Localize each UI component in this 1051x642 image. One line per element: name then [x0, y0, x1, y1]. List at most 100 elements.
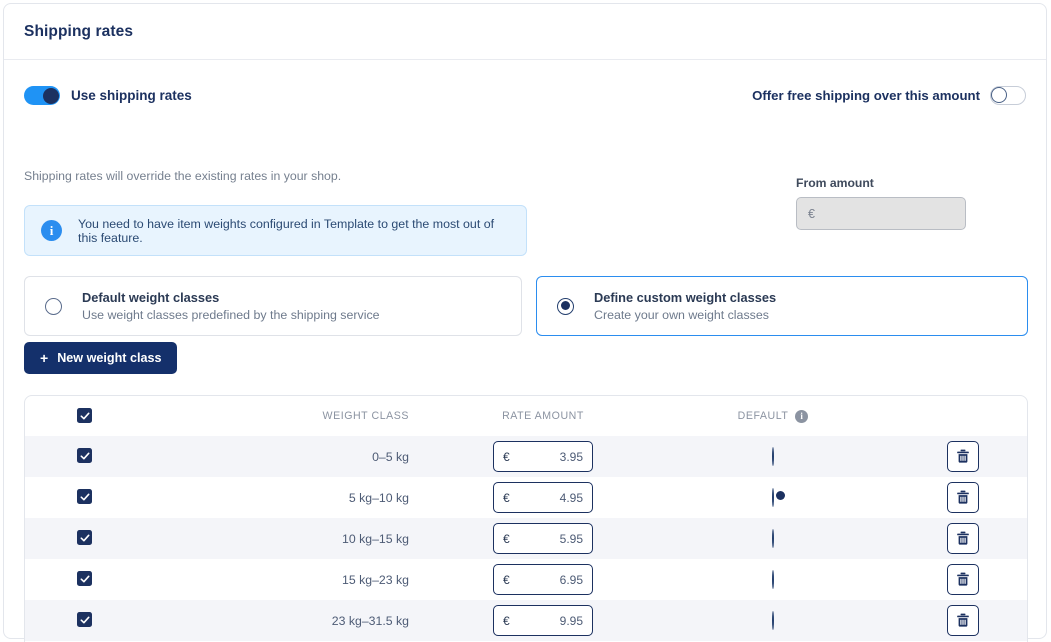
from-amount-label: From amount: [796, 176, 874, 190]
delete-row-button[interactable]: [947, 605, 979, 636]
rate-amount-cell: €4.95: [437, 477, 649, 518]
table-body: 0–5 kg €3.95 5 kg–10 kg €4.95 10 kg–15 kg €5.…: [25, 436, 1027, 641]
rate-amount-input[interactable]: €5.95: [493, 523, 593, 554]
option-default-text: Default weight classes Use weight classe…: [82, 290, 380, 322]
free-shipping-toggle[interactable]: [990, 86, 1026, 105]
row-checkbox[interactable]: [77, 489, 92, 504]
table-row: 23 kg–31.5 kg €9.95: [25, 600, 1027, 641]
default-radio[interactable]: [772, 569, 774, 589]
info-icon: i: [41, 220, 62, 241]
use-shipping-rates-toggle[interactable]: [24, 86, 60, 105]
table-row: 10 kg–15 kg €5.95: [25, 518, 1027, 559]
rate-amount-cell: €6.95: [437, 559, 649, 600]
currency-symbol: €: [503, 449, 510, 464]
rate-amount-cell: €5.95: [437, 518, 649, 559]
delete-cell: [897, 559, 1027, 600]
card-header: Shipping rates: [4, 4, 1046, 60]
row-checkbox[interactable]: [77, 571, 92, 586]
new-weight-class-button[interactable]: + New weight class: [24, 342, 178, 374]
rate-amount-value: 4.95: [559, 490, 583, 505]
delete-row-button[interactable]: [947, 523, 979, 554]
default-header: DEFAULT i: [649, 396, 897, 436]
new-weight-class-label: New weight class: [57, 351, 162, 365]
weight-class-cell: 5 kg–10 kg: [348, 490, 409, 505]
table-row: 5 kg–10 kg €4.95: [25, 477, 1027, 518]
actions-header: [897, 396, 1027, 436]
delete-row-button[interactable]: [947, 564, 979, 595]
free-shipping-label: Offer free shipping over this amount: [752, 88, 980, 103]
table-row: 0–5 kg €3.95: [25, 436, 1027, 477]
shipping-rates-card: Shipping rates Use shipping rates Shippi…: [3, 3, 1047, 642]
row-select-cell: [25, 600, 137, 641]
rate-amount-header: RATE AMOUNT: [502, 410, 584, 422]
delete-cell: [897, 436, 1027, 477]
delete-row-button[interactable]: [947, 482, 979, 513]
option-default-subtitle: Use weight classes predefined by the shi…: [82, 308, 380, 322]
free-shipping-row[interactable]: Offer free shipping over this amount: [752, 86, 1026, 105]
rate-amount-cell: €9.95: [437, 600, 649, 641]
select-all-header: [25, 396, 137, 436]
toggle-knob: [42, 87, 59, 104]
delete-row-button[interactable]: [947, 441, 979, 472]
default-cell: [649, 436, 897, 477]
row-checkbox[interactable]: [77, 612, 92, 627]
default-radio[interactable]: [772, 610, 774, 630]
row-checkbox[interactable]: [77, 530, 92, 545]
rate-amount-value: 9.95: [559, 613, 583, 628]
rate-amount-value: 5.95: [559, 531, 583, 546]
shipping-rates-page: Shipping rates Use shipping rates Shippi…: [0, 0, 1051, 642]
weight-class-cell: 10 kg–15 kg: [341, 531, 409, 546]
default-cell: [649, 559, 897, 600]
weight-class-header: WEIGHT CLASS: [322, 410, 409, 422]
weight-class-cell: 23 kg–31.5 kg: [331, 613, 409, 628]
radio-default-weight-classes[interactable]: [45, 297, 62, 315]
from-amount-input[interactable]: €: [796, 197, 966, 230]
radio-custom-weight-classes[interactable]: [557, 297, 574, 315]
table-header-row: WEIGHT CLASS RATE AMOUNT DEFAULT i: [25, 396, 1027, 436]
rate-amount-value: 3.95: [559, 449, 583, 464]
currency-symbol: €: [808, 206, 815, 221]
delete-cell: [897, 600, 1027, 641]
rate-amount-value: 6.95: [559, 572, 583, 587]
weight-class-cell: 0–5 kg: [372, 449, 409, 464]
delete-cell: [897, 477, 1027, 518]
weight-classes-table-panel: WEIGHT CLASS RATE AMOUNT DEFAULT i 0–5 k…: [24, 395, 1028, 642]
currency-symbol: €: [503, 490, 510, 505]
table-head: WEIGHT CLASS RATE AMOUNT DEFAULT i: [25, 396, 1027, 436]
default-cell: [649, 600, 897, 641]
default-radio[interactable]: [772, 487, 774, 507]
info-banner: i You need to have item weights configur…: [24, 205, 527, 256]
info-banner-text: You need to have item weights configured…: [78, 216, 495, 245]
info-icon[interactable]: i: [795, 409, 809, 423]
rate-amount-input[interactable]: €3.95: [493, 441, 593, 472]
row-checkbox[interactable]: [77, 448, 92, 463]
option-custom-title: Define custom weight classes: [594, 290, 777, 305]
rate-amount-input[interactable]: €4.95: [493, 482, 593, 513]
use-shipping-rates-description: Shipping rates will override the existin…: [24, 169, 342, 183]
default-cell: [649, 518, 897, 559]
currency-symbol: €: [503, 572, 510, 587]
page-title: Shipping rates: [24, 22, 134, 40]
weight-class-cell: 15 kg–23 kg: [341, 572, 409, 587]
option-default-title: Default weight classes: [82, 290, 220, 305]
row-select-cell: [25, 436, 137, 477]
default-header-label: DEFAULT: [737, 410, 789, 422]
rate-amount-input[interactable]: €6.95: [493, 564, 593, 595]
row-select-cell: [25, 477, 137, 518]
row-select-cell: [25, 559, 137, 600]
currency-symbol: €: [503, 613, 510, 628]
from-amount-group: From amount €: [796, 176, 966, 230]
option-default-weight-classes[interactable]: Default weight classes Use weight classe…: [24, 276, 522, 336]
option-custom-weight-classes[interactable]: Define custom weight classes Create your…: [536, 276, 1028, 336]
plus-icon: +: [40, 350, 49, 366]
default-radio[interactable]: [772, 446, 774, 466]
rate-amount-input[interactable]: €9.95: [493, 605, 593, 636]
row-select-cell: [25, 518, 137, 559]
select-all-checkbox[interactable]: [77, 408, 92, 424]
use-shipping-rates-row[interactable]: Use shipping rates: [24, 86, 192, 105]
default-radio[interactable]: [772, 528, 774, 548]
default-cell: [649, 477, 897, 518]
table-row: 15 kg–23 kg €6.95: [25, 559, 1027, 600]
toggle-knob: [990, 86, 1007, 103]
weight-classes-table: WEIGHT CLASS RATE AMOUNT DEFAULT i 0–5 k…: [25, 396, 1027, 641]
